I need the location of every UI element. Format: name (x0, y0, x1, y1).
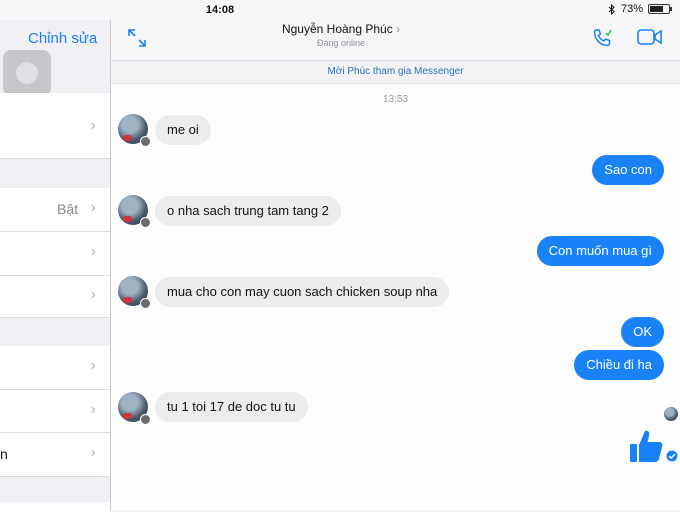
message-bubble-incoming[interactable]: tu 1 toi 17 de doc tu tu (155, 392, 308, 422)
settings-row[interactable] (0, 502, 110, 512)
message-bubble-outgoing[interactable]: Sao con (592, 155, 664, 185)
battery-icon (648, 4, 672, 14)
invite-banner[interactable]: Mời Phúc tham gia Messenger (111, 61, 680, 84)
messenger-badge-icon (140, 136, 151, 147)
phone-call-icon[interactable] (591, 27, 613, 49)
chevron-right-icon: › (90, 401, 96, 418)
avatar-detail (123, 297, 132, 303)
messenger-badge-icon (140, 298, 151, 309)
message-bubble-outgoing[interactable]: Con muốn mua gì (536, 236, 664, 266)
avatar-detail (123, 413, 132, 419)
message-timestamp: 13:53 (382, 94, 409, 105)
status-right: 73% (608, 3, 672, 15)
chevron-right-icon: › (90, 243, 96, 260)
avatar-detail (123, 216, 132, 222)
settings-pane: Chỉnh sửa › Bật › › › › › n › (0, 0, 111, 512)
seen-avatar (664, 407, 678, 421)
message-bubble-incoming[interactable]: mua cho con may cuon sach chicken soup n… (155, 277, 450, 307)
chevron-right-icon: › (90, 357, 96, 374)
contact-name[interactable]: Nguyễn Hoàng Phúc › (111, 22, 571, 36)
profile-avatar[interactable] (3, 50, 51, 96)
settings-row[interactable]: n › (0, 433, 110, 477)
message-bubble-incoming[interactable]: me oi (155, 115, 211, 145)
avatar-detail (123, 135, 132, 141)
settings-row[interactable]: › (0, 276, 110, 318)
contact-avatar[interactable] (118, 392, 151, 425)
video-call-icon[interactable] (637, 28, 663, 46)
settings-row-label: n (0, 446, 8, 462)
chevron-right-icon: › (90, 444, 96, 461)
message-bubble-incoming[interactable]: o nha sach trung tam tang 2 (155, 196, 341, 226)
chat-pane: Nguyễn Hoàng Phúc › Đang online Mời Phúc… (111, 0, 680, 510)
contact-avatar[interactable] (118, 195, 151, 228)
chevron-right-icon: › (90, 117, 96, 134)
settings-row[interactable]: › (0, 232, 110, 276)
messenger-badge-icon (140, 414, 151, 425)
chevron-right-icon: › (90, 199, 96, 216)
thumbs-up-icon[interactable] (628, 428, 664, 464)
status-bar: 14:08 73% (0, 0, 680, 20)
message-bubble-outgoing[interactable]: Chiều đi ha (574, 350, 664, 380)
contact-avatar[interactable] (118, 114, 151, 147)
contact-avatar[interactable] (118, 276, 151, 309)
contact-status: Đang online (316, 38, 366, 48)
status-time: 14:08 (205, 4, 235, 16)
message-bubble-outgoing[interactable]: OK (621, 317, 664, 347)
contact-name-text: Nguyễn Hoàng Phúc (281, 22, 393, 36)
messenger-badge-icon (140, 217, 151, 228)
settings-row[interactable]: › (0, 390, 110, 433)
chevron-right-icon: › (90, 286, 96, 303)
settings-row[interactable]: Bật › (0, 188, 110, 232)
chevron-right-icon: › (396, 22, 401, 36)
settings-row[interactable]: › (0, 346, 110, 390)
battery-percent: 73% (620, 3, 643, 15)
settings-row[interactable]: › (0, 93, 110, 159)
bluetooth-icon (608, 3, 615, 15)
settings-row-value: Bật (56, 201, 78, 217)
sent-check-icon (666, 450, 678, 462)
edit-button[interactable]: Chỉnh sửa (28, 30, 97, 47)
